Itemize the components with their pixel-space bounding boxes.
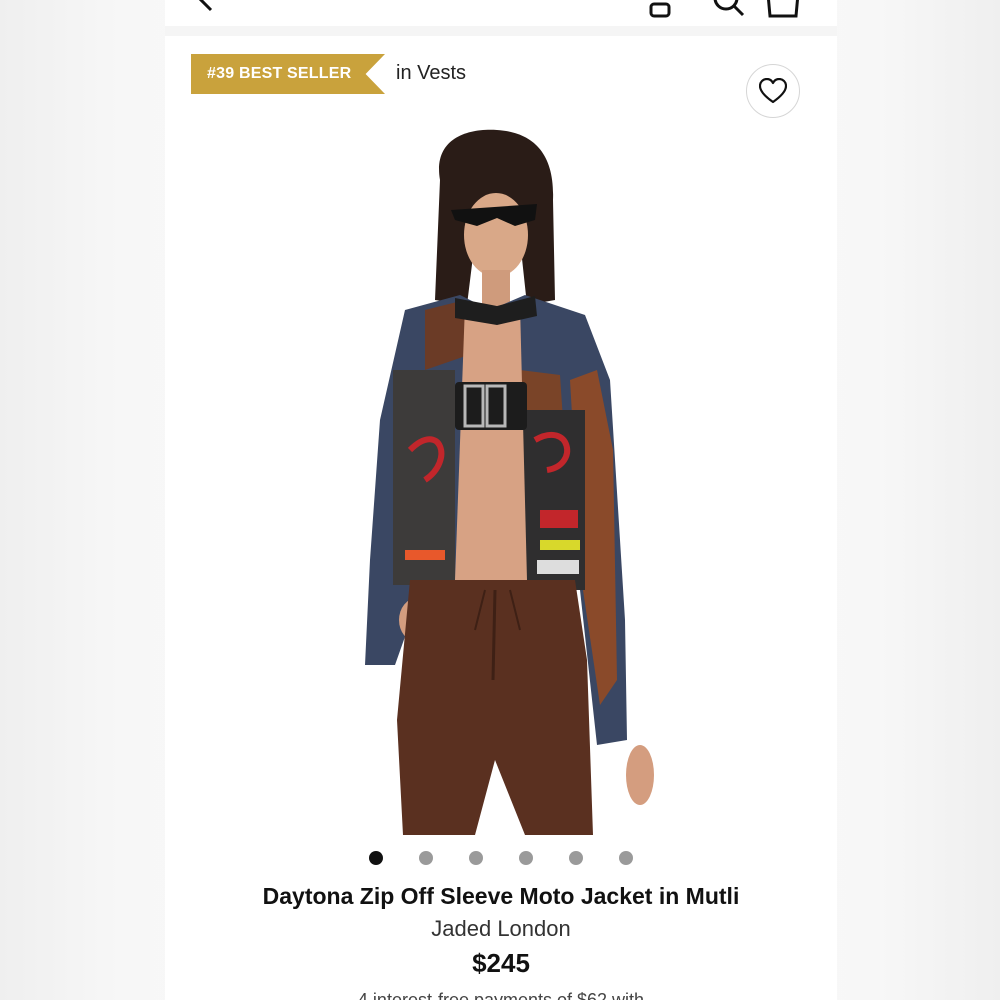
product-photo[interactable] bbox=[315, 120, 695, 835]
back-icon[interactable] bbox=[191, 0, 221, 14]
heart-icon bbox=[759, 78, 787, 104]
product-price: $245 bbox=[472, 948, 530, 978]
carousel-dot[interactable] bbox=[519, 851, 533, 865]
header-divider bbox=[165, 26, 837, 36]
top-navigation-bar bbox=[165, 0, 837, 22]
product-brand[interactable]: Jaded London bbox=[165, 916, 837, 942]
account-icon[interactable] bbox=[645, 0, 675, 18]
image-carousel-dots bbox=[165, 851, 837, 865]
product-title: Daytona Zip Off Sleeve Moto Jacket in Mu… bbox=[262, 883, 740, 909]
best-seller-label: #39 BEST SELLER bbox=[207, 65, 352, 82]
product-page: #39 BEST SELLER in Vests Daytona Zip Off… bbox=[165, 0, 837, 1000]
wishlist-button[interactable] bbox=[746, 64, 800, 118]
carousel-dot[interactable] bbox=[419, 851, 433, 865]
installment-info: 4 interest-free payments of $62 with bbox=[357, 990, 645, 1000]
search-icon[interactable] bbox=[710, 0, 750, 18]
best-seller-badge: #39 BEST SELLER bbox=[191, 54, 385, 94]
best-seller-category[interactable]: in Vests bbox=[396, 62, 466, 85]
carousel-dot[interactable] bbox=[619, 851, 633, 865]
carousel-dot[interactable] bbox=[469, 851, 483, 865]
carousel-dot[interactable] bbox=[569, 851, 583, 865]
carousel-dot[interactable] bbox=[369, 851, 383, 865]
shopping-bag-icon[interactable] bbox=[765, 0, 801, 18]
